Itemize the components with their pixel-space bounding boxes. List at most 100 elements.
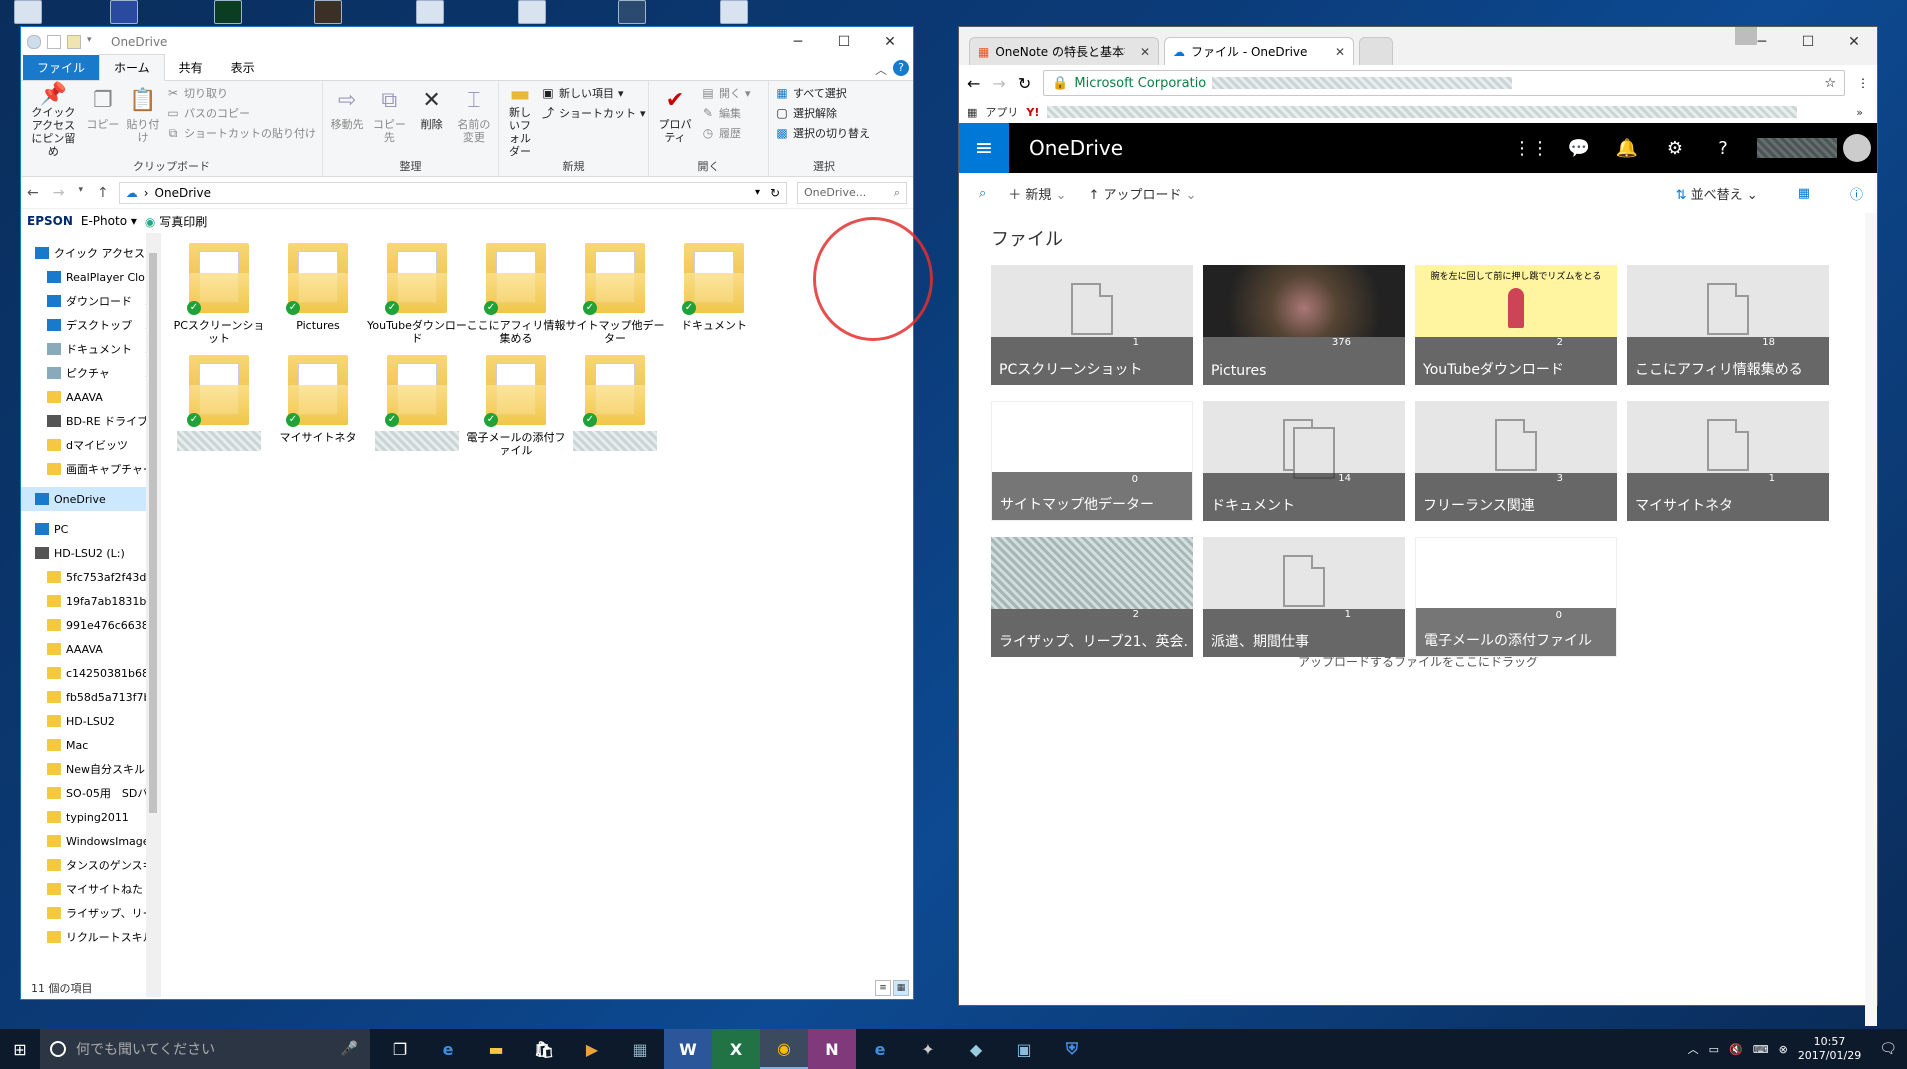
back-arrow-icon[interactable]: ← (967, 74, 980, 93)
select-all-button[interactable]: ▦ すべて選択 (775, 85, 870, 101)
start-button[interactable]: ⊞ (0, 1029, 40, 1069)
help-icon[interactable]: ? (1699, 123, 1747, 173)
folder-tile[interactable]: 14 ドキュメント (1203, 401, 1405, 521)
account-avatar[interactable] (1747, 123, 1877, 173)
folder-item[interactable]: ✓ (565, 355, 665, 451)
folder-item[interactable]: ✓ PCスクリーンショット (169, 243, 269, 345)
document-file-icon[interactable] (720, 0, 748, 24)
address-bar[interactable]: 🔒 Microsoft Corporatio ☆ (1043, 70, 1845, 96)
nav-item[interactable]: 19fa7ab1831bbc (21, 589, 160, 613)
edit-button[interactable]: ✎ 編集 (701, 105, 751, 121)
apps-icon[interactable]: ▦ (967, 106, 977, 119)
yahoo-icon[interactable]: Y! (1026, 106, 1039, 119)
rename-button[interactable]: ⌶ 名前の変更 (456, 85, 492, 158)
more-bookmarks-icon[interactable]: » (1856, 106, 1863, 119)
address-dropdown-icon[interactable]: ▾ (755, 187, 760, 198)
document-file-icon[interactable] (518, 0, 546, 24)
task-view-icon[interactable]: ❐ (376, 1029, 424, 1069)
nav-item[interactable]: OneDrive (21, 487, 160, 511)
app-icon[interactable]: ◆ (952, 1029, 1000, 1069)
reload-icon[interactable]: ↻ (1018, 74, 1031, 93)
folder-tile[interactable]: 2 ライザップ、リーブ21、英会... (991, 537, 1193, 657)
folder-tile[interactable]: 腕を左に回して前に押し跳でリズムをとる 2 YouTubeダウンロード (1415, 265, 1617, 385)
chevron-down-icon[interactable]: ▾ (87, 35, 101, 49)
app-icon[interactable]: ✦ (904, 1029, 952, 1069)
tab-view[interactable]: 表示 (217, 55, 269, 80)
up-arrow-icon[interactable]: ↑ (97, 185, 109, 201)
nav-item[interactable]: HD-LSU2 (L:) (21, 541, 160, 565)
bookmark-star-icon[interactable]: ☆ (1824, 76, 1836, 91)
copy-button[interactable]: ❐ コピー (86, 85, 120, 158)
folder-item[interactable]: ✓ (367, 355, 467, 451)
copy-path-button[interactable]: ▭ パスのコピー (166, 105, 316, 121)
sublime-icon[interactable] (314, 0, 342, 24)
delete-button[interactable]: ✕ 削除 (414, 85, 450, 158)
nav-item[interactable]: PC (21, 517, 160, 541)
easy-access-button[interactable]: ⤴ ショートカット ▾ (541, 105, 646, 121)
nav-item[interactable]: ピクチャ📌 (21, 361, 160, 385)
folder-tile[interactable]: 1 マイサイトネタ (1627, 401, 1829, 521)
folder-tile[interactable]: 1 PCスクリーンショット (991, 265, 1193, 385)
pin-quick-access-button[interactable]: 📌 クイック アクセスにピン留め (27, 83, 80, 158)
keyboard-icon[interactable]: ⌨ (1753, 1043, 1769, 1056)
forward-arrow-icon[interactable]: → (992, 74, 1005, 93)
nav-item[interactable]: Mac (21, 733, 160, 757)
nav-scrollbar[interactable] (146, 233, 160, 997)
desktop-app-icon[interactable] (110, 0, 138, 24)
recycle-bin-icon[interactable] (14, 0, 42, 24)
tab-share[interactable]: 共有 (165, 55, 217, 80)
dreamweaver-icon[interactable] (214, 0, 242, 24)
invert-selection-button[interactable]: ▩ 選択の切り替え (775, 125, 870, 141)
folder-item[interactable]: ✓ マイサイトネタ (268, 355, 368, 444)
nav-item[interactable]: マイサイトねた (21, 877, 160, 901)
feedback-icon[interactable]: 💬 (1555, 123, 1603, 173)
action-center-icon[interactable]: 🗨 (1879, 1041, 1897, 1057)
desktop-app-icon[interactable] (618, 0, 646, 24)
folder-item[interactable]: ✓ サイトマップ他データー (565, 243, 665, 345)
folder-tile[interactable]: 0 電子メールの添付ファイル (1415, 537, 1617, 657)
select-none-button[interactable]: ▢ 選択解除 (775, 105, 870, 121)
page-scrollbar[interactable] (1865, 213, 1877, 1026)
folder-tile[interactable]: 3 フリーランス関連 (1415, 401, 1617, 521)
details-view-button[interactable]: ≡ (875, 980, 891, 996)
folder-item[interactable]: ✓ (169, 355, 269, 451)
nav-item[interactable]: RealPlayer Clo📌 (21, 265, 160, 289)
nav-item[interactable]: c14250381b68d2 (21, 661, 160, 685)
scrollbar-thumb[interactable] (149, 253, 157, 813)
maximize-button[interactable]: ☐ (1785, 27, 1831, 57)
media-player-icon[interactable]: ▶ (568, 1029, 616, 1069)
folder-item[interactable]: ✓ ドキュメント (664, 243, 764, 332)
folder-item[interactable]: ✓ Pictures (268, 243, 368, 332)
settings-gear-icon[interactable]: ⚙ (1651, 123, 1699, 173)
recent-locations-icon[interactable]: ▾ (78, 185, 83, 201)
new-folder-button[interactable]: ▬ 新しいフォルダー (505, 83, 535, 158)
status-icon[interactable]: ⊗ (1779, 1043, 1788, 1056)
new-button[interactable]: ＋ 新規 ⌄ (1008, 184, 1066, 203)
properties-button[interactable]: ✔ プロパティ (655, 85, 695, 158)
show-hidden-icons[interactable]: ︿ (1688, 1041, 1699, 1057)
nav-item[interactable]: fb58d5a713f7b8 (21, 685, 160, 709)
nav-item[interactable]: HD-LSU2 (21, 709, 160, 733)
clock[interactable]: 10:57 2017/01/29 (1798, 1035, 1861, 1063)
hamburger-menu-icon[interactable]: ≡ (959, 123, 1009, 173)
upload-button[interactable]: ↑ アップロード ⌄ (1088, 184, 1196, 203)
cortana-search[interactable]: 何でも聞いてください 🎤 (40, 1029, 370, 1069)
edge-icon[interactable]: e (424, 1029, 472, 1069)
microphone-icon[interactable]: 🎤 (341, 1041, 358, 1057)
refresh-icon[interactable]: ↻ (770, 186, 780, 200)
close-tab-icon[interactable]: ✕ (1335, 45, 1345, 59)
large-icons-view-button[interactable]: ▦ (893, 980, 909, 996)
internet-explorer-icon[interactable]: e (856, 1029, 904, 1069)
onedrive-brand[interactable]: OneDrive (1029, 136, 1123, 160)
minimize-button[interactable]: ─ (775, 27, 821, 57)
folder-tile[interactable]: 376 Pictures (1203, 265, 1405, 385)
forward-arrow-icon[interactable]: → (53, 185, 65, 201)
info-icon[interactable]: ⓘ (1850, 184, 1863, 203)
file-explorer-icon[interactable]: ▬ (472, 1029, 520, 1069)
address-bar[interactable]: ☁ › OneDrive ▾ ↻ (118, 181, 787, 204)
open-button[interactable]: ▤ 開く ▾ (701, 85, 750, 101)
folder-item[interactable]: ✓ ここにアフィリ情報集める (466, 243, 566, 345)
notifications-bell-icon[interactable]: 🔔 (1603, 123, 1651, 173)
nav-item[interactable]: ドキュメント📌 (21, 337, 160, 361)
paste-button[interactable]: 📋 貼り付け (126, 85, 160, 158)
